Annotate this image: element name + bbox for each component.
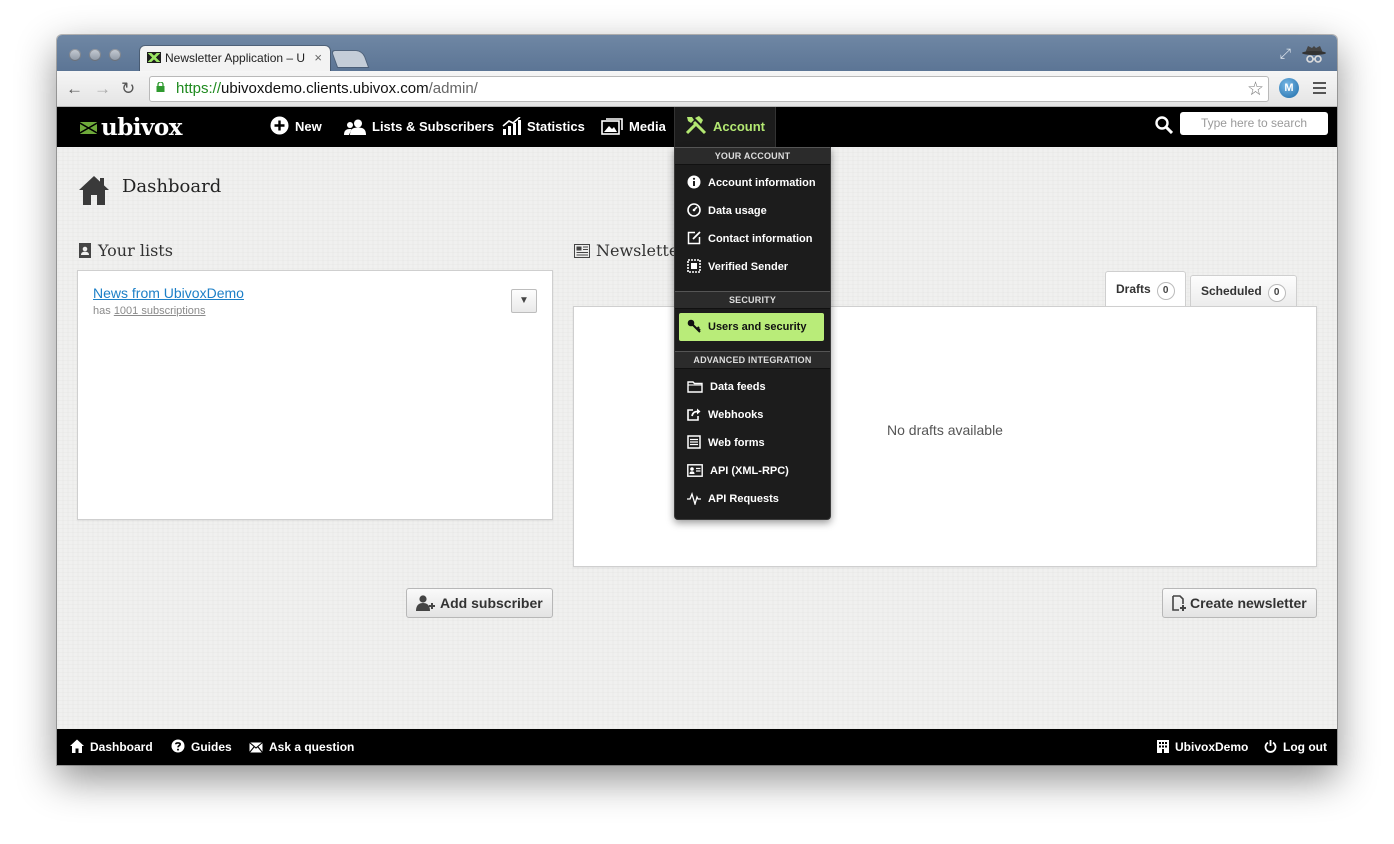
footer-guides-link[interactable]: Guides (171, 729, 232, 765)
menu-api-requests[interactable]: API Requests (687, 489, 779, 509)
app-footer: Dashboard Guides Ask a question UbivoxDe… (57, 729, 1337, 765)
browser-tab[interactable]: Newsletter Application – Ubivox × (140, 46, 330, 71)
footer-account-name[interactable]: UbivoxDemo (1157, 729, 1248, 765)
edit-icon (687, 231, 701, 245)
logo-envelope-icon (80, 122, 97, 134)
nav-new[interactable]: New (270, 107, 322, 147)
stamp-icon (687, 259, 701, 273)
footer-ask-question-link[interactable]: Ask a question (249, 729, 354, 765)
browser-window: Newsletter Application – Ubivox × ⤢ ← → … (57, 35, 1337, 765)
gauge-icon (687, 203, 701, 217)
favicon-icon (147, 52, 161, 63)
users-icon (344, 119, 366, 135)
menu-account-information[interactable]: Account information (687, 173, 816, 193)
browser-toolbar: ← → ↻ https://ubivoxdemo.clients.ubivox.… (57, 71, 1337, 107)
app-navbar: ubivox New Lists & Subscribers Statistic… (57, 107, 1337, 147)
section-your-account: YOUR ACCOUNT (675, 147, 830, 165)
home-icon (79, 176, 109, 205)
forward-arrow-icon[interactable]: → (94, 79, 111, 99)
drafts-count-badge: 0 (1156, 282, 1175, 300)
tab-close-icon[interactable]: × (314, 50, 322, 65)
window-zoom-button[interactable] (109, 49, 121, 61)
tab-title: Newsletter Application – Ubivox (165, 51, 305, 65)
list-link[interactable]: News from UbivoxDemo (93, 285, 244, 301)
your-lists-heading: Your lists (78, 241, 173, 260)
menu-data-usage[interactable]: Data usage (687, 201, 767, 221)
url-text: https://ubivoxdemo.clients.ubivox.com/ad… (176, 80, 478, 97)
home-icon (70, 739, 84, 753)
nav-statistics[interactable]: Statistics (502, 107, 585, 147)
images-icon (601, 118, 623, 135)
nav-lists-subscribers[interactable]: Lists & Subscribers (344, 107, 494, 147)
subscriptions-link[interactable]: 1001 subscriptions (114, 305, 206, 317)
add-user-icon (416, 595, 435, 611)
bookmark-star-icon[interactable]: ☆ (1247, 78, 1264, 101)
envelope-icon (249, 742, 263, 753)
form-icon (687, 435, 701, 449)
back-arrow-icon[interactable]: ← (66, 79, 83, 99)
power-icon (1264, 740, 1277, 753)
browser-tabbar: Newsletter Application – Ubivox × ⤢ (57, 35, 1337, 71)
list-subscription-count: has 1001 subscriptions (93, 305, 206, 317)
reload-icon[interactable]: ↻ (121, 79, 135, 99)
plus-circle-icon (270, 116, 289, 135)
key-icon (687, 319, 701, 333)
menu-web-forms[interactable]: Web forms (687, 433, 765, 453)
search-input[interactable]: Type here to search (1180, 112, 1328, 135)
section-advanced-integration: ADVANCED INTEGRATION (675, 351, 830, 369)
window-minimize-button[interactable] (89, 49, 101, 61)
menu-verified-sender[interactable]: Verified Sender (687, 257, 788, 277)
menu-webhooks[interactable]: Webhooks (687, 405, 763, 425)
create-newsletter-button[interactable]: Create newsletter (1162, 588, 1317, 618)
share-icon (687, 408, 701, 421)
building-icon (1157, 740, 1169, 753)
nav-account[interactable]: Account (674, 107, 776, 147)
chart-icon (502, 116, 521, 135)
new-tab-button[interactable] (332, 51, 368, 67)
menu-users-and-security[interactable]: Users and security (687, 317, 806, 337)
new-document-icon (1172, 595, 1186, 611)
id-card-icon (687, 464, 703, 477)
menu-api-xml-rpc[interactable]: API (XML-RPC) (687, 461, 789, 481)
newspaper-icon (574, 244, 590, 258)
menu-users-security-highlight[interactable]: Users and security (679, 313, 824, 341)
tools-icon (685, 116, 707, 135)
lock-icon (156, 82, 165, 92)
folder-icon (687, 381, 703, 393)
fullscreen-icon[interactable]: ⤢ (1280, 45, 1291, 62)
address-book-icon (79, 243, 91, 258)
footer-dashboard-link[interactable]: Dashboard (70, 729, 153, 765)
page-title: Dashboard (122, 176, 222, 197)
main-content: Dashboard Your lists News from UbivoxDem… (57, 147, 1337, 729)
menu-data-feeds[interactable]: Data feeds (687, 377, 766, 397)
pulse-icon (687, 492, 701, 507)
tab-drafts[interactable]: Drafts 0 (1105, 271, 1186, 307)
search-icon[interactable] (1155, 116, 1173, 134)
extension-icon[interactable]: M (1279, 78, 1299, 98)
nav-media[interactable]: Media (601, 107, 666, 147)
lists-panel: News from UbivoxDemo has 1001 subscripti… (77, 270, 553, 520)
window-close-button[interactable] (69, 49, 81, 61)
scheduled-count-badge: 0 (1267, 284, 1286, 302)
footer-logout-link[interactable]: Log out (1264, 729, 1327, 765)
section-security: SECURITY (675, 291, 830, 309)
tab-scheduled[interactable]: Scheduled 0 (1190, 275, 1297, 306)
browser-menu-icon[interactable] (1313, 82, 1326, 97)
account-dropdown-menu: YOUR ACCOUNT Account information Data us… (674, 147, 831, 520)
incognito-icon (1302, 46, 1326, 63)
info-icon (687, 175, 701, 189)
ubivox-logo[interactable]: ubivox (80, 114, 182, 141)
address-bar[interactable]: https://ubivoxdemo.clients.ubivox.com/ad… (149, 76, 1269, 102)
menu-contact-information[interactable]: Contact information (687, 229, 813, 249)
help-icon (171, 739, 185, 753)
list-menu-button[interactable]: ▼ (511, 289, 537, 313)
add-subscriber-button[interactable]: Add subscriber (406, 588, 553, 618)
